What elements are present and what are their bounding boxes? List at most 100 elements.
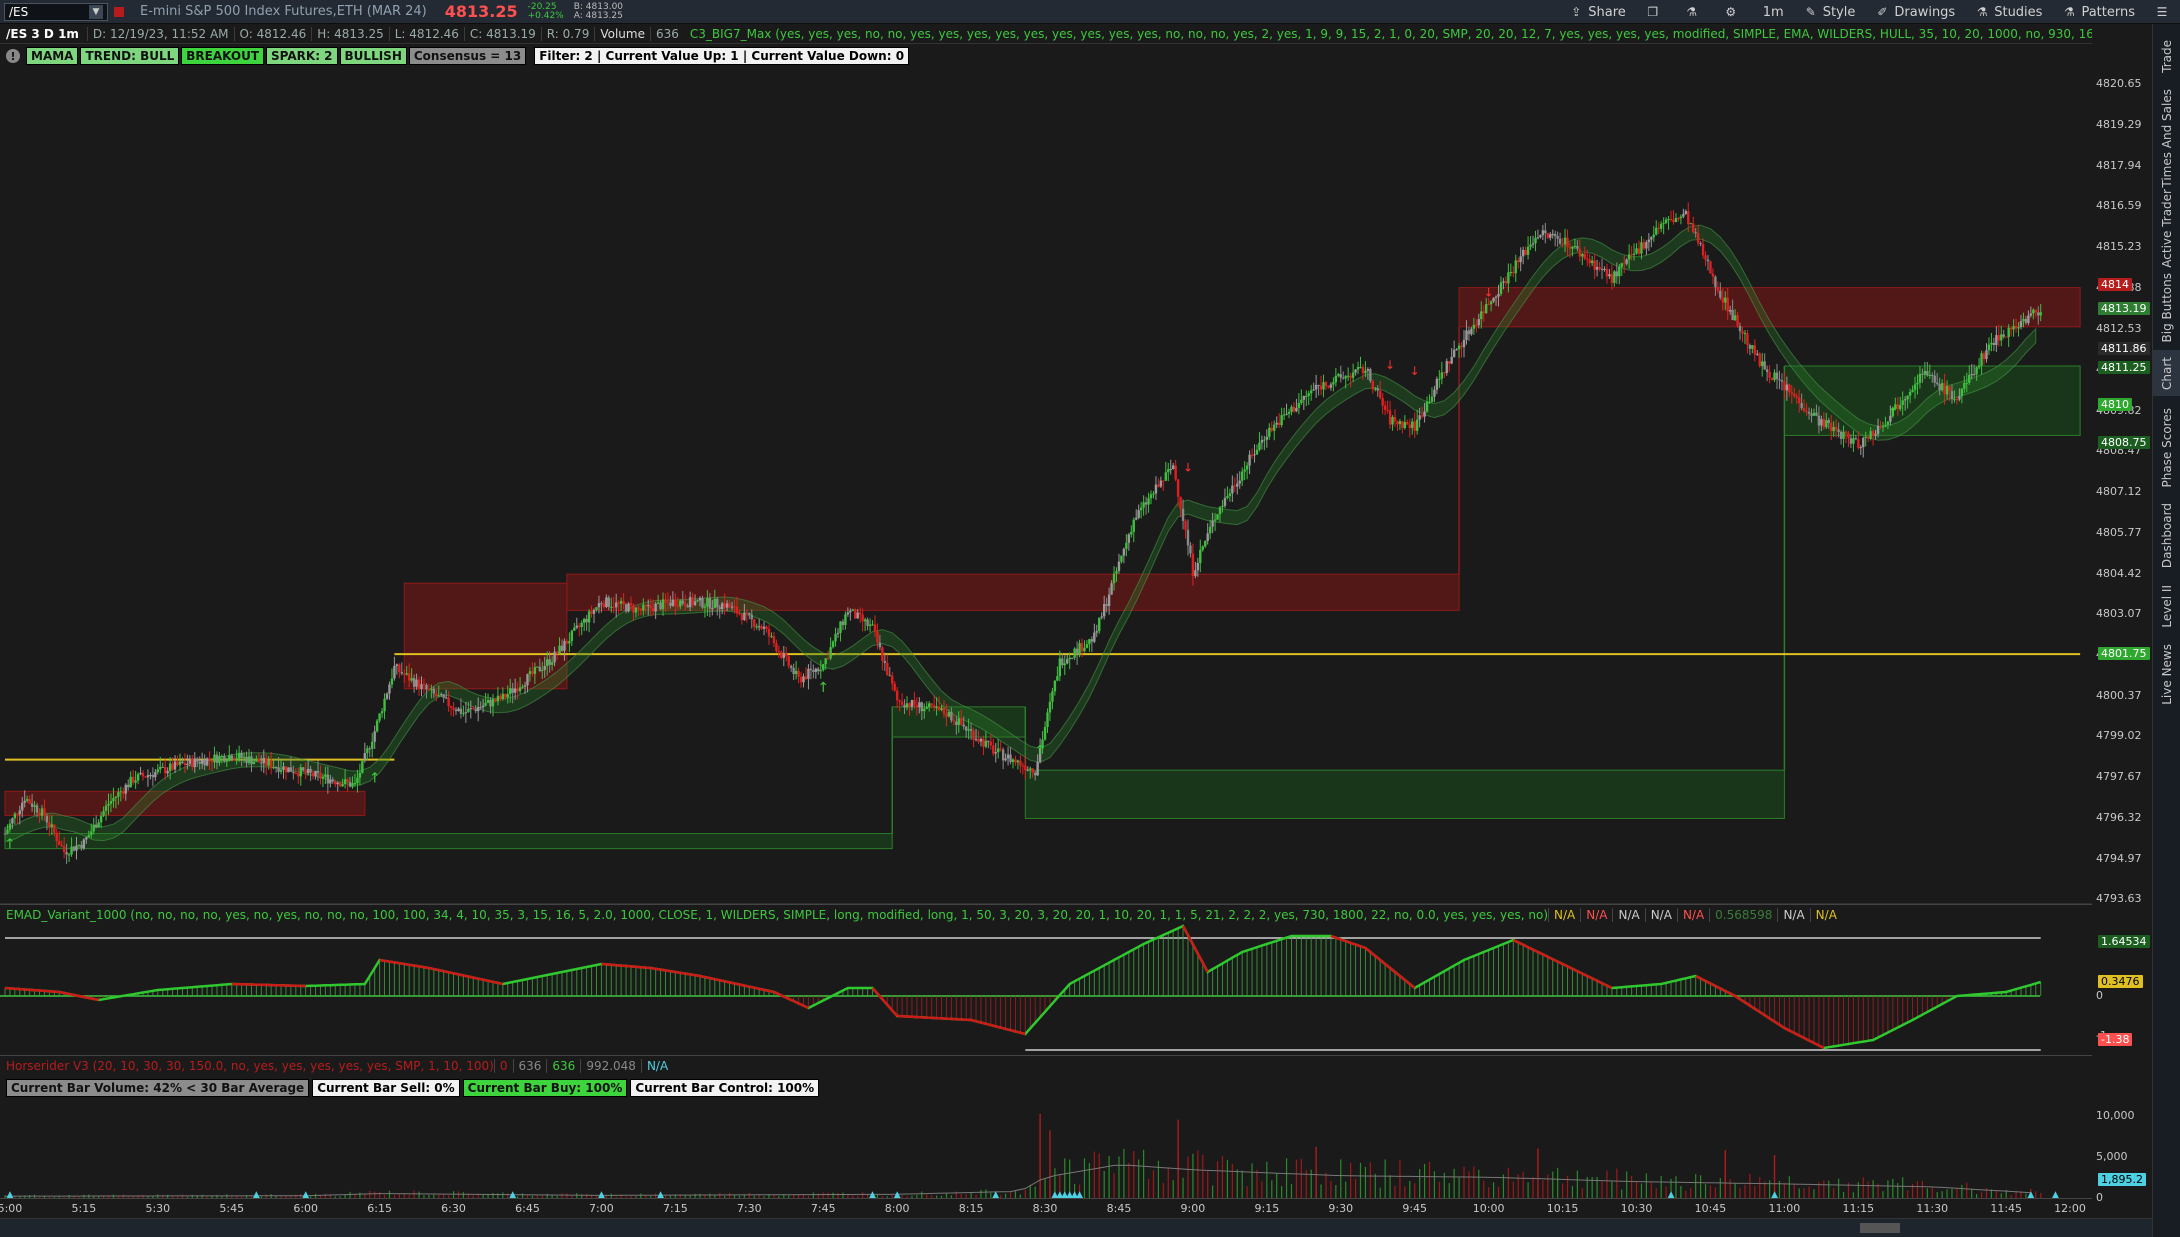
candle <box>851 609 855 611</box>
candle <box>371 741 374 749</box>
emad-falling-segment <box>655 967 661 971</box>
side-tab[interactable]: Phase Scores <box>2153 402 2180 494</box>
candle <box>1763 361 1766 370</box>
candle <box>765 626 768 629</box>
emad-falling-segment <box>881 998 889 1006</box>
price-tick-label: 4815.23 <box>2096 240 2142 254</box>
candle <box>952 720 956 722</box>
price-chart[interactable]: ↑↑↑↑↑↓↓↓↓▲▲▲▲▲▲▲▲▲▲▲▲▲▲▲▲▲▲▲▲ <box>0 44 2092 1198</box>
flask-button[interactable]: ⚗ <box>1685 5 1704 19</box>
candle <box>849 610 852 613</box>
candle <box>420 684 423 690</box>
side-tab[interactable]: Times And Sales <box>2153 89 2180 188</box>
candle <box>1901 400 1904 405</box>
emad-falling-segment <box>980 1021 987 1026</box>
window-button[interactable]: ❐ <box>1646 5 1665 19</box>
emad-falling-segment <box>1369 951 1377 957</box>
side-tab[interactable]: Chart <box>2153 350 2180 396</box>
side-tab[interactable]: Live News <box>2153 638 2180 710</box>
bar-low: L: 4812.46 <box>388 26 464 41</box>
time-axis[interactable]: 5:00 5:15 5:30 5:45 6:00 6:15 6:30 6:45 7:00 7:15… <box>0 1198 2092 1218</box>
candle <box>570 630 574 641</box>
horserider-value: N/A <box>640 1058 673 1073</box>
side-tab[interactable]: Dashboard <box>2153 498 2180 574</box>
candle <box>1689 223 1692 225</box>
candle <box>595 607 598 610</box>
candle <box>590 611 593 614</box>
candle <box>124 784 127 794</box>
side-tab[interactable]: Level II <box>2153 580 2180 632</box>
settings-button[interactable]: ⚙ <box>1724 5 1743 19</box>
candle <box>1847 433 1850 439</box>
label-bar-sell: Current Bar Sell: 0% <box>312 1079 460 1097</box>
volume-axis-label: 5,000 <box>2096 1149 2128 1163</box>
candle <box>90 831 93 835</box>
candle <box>619 601 623 604</box>
emad-value: N/A <box>1644 907 1677 922</box>
candle <box>168 763 172 772</box>
emad-falling-segment <box>1744 1001 1751 1007</box>
candle <box>1837 429 1840 432</box>
style-button[interactable]: ✎ Style <box>1804 5 1856 20</box>
share-button[interactable]: ⇪ Share <box>1569 5 1626 20</box>
candle <box>1470 328 1473 335</box>
chart-symbol[interactable]: /ES 3 D 1m <box>0 27 87 41</box>
study-label[interactable]: C3_BIG7_Max (yes, yes, yes, no, no, yes,… <box>684 27 2092 41</box>
candle <box>18 810 21 815</box>
side-tab[interactable]: Active Trader <box>2153 189 2180 268</box>
candle <box>442 694 445 698</box>
info-icon[interactable]: ! <box>6 49 20 63</box>
emad-falling-segment <box>1808 1039 1815 1045</box>
scrollbar-thumb[interactable] <box>1860 1223 1900 1233</box>
side-tab[interactable]: Trade <box>2153 30 2180 82</box>
candle <box>563 640 566 651</box>
price-badge: 4808.75 <box>2098 435 2150 449</box>
timeframe-button[interactable]: 1m <box>1763 5 1784 20</box>
menu-button[interactable]: ☰ <box>2155 5 2174 19</box>
candle <box>1884 424 1887 427</box>
chart-scrollbar[interactable] <box>0 1218 2152 1237</box>
horserider-study-label[interactable]: Horserider V3 (20, 10, 30, 30, 150.0, no… <box>0 1059 494 1073</box>
chevron-down-icon[interactable]: ▼ <box>89 4 103 19</box>
emad-value: N/A <box>1612 907 1644 922</box>
volume-marker-icon: ▲ <box>1668 1190 1675 1198</box>
studies-button[interactable]: ⚗ Studies <box>1975 5 2043 20</box>
emad-axis-label: 0 <box>2096 989 2103 1002</box>
emad-falling-segment <box>1793 1031 1800 1037</box>
candle <box>117 792 120 797</box>
candle <box>753 619 756 627</box>
emad-study-label[interactable]: EMAD_Variant_1000 (no, no, no, no, yes, … <box>0 908 1548 922</box>
candle <box>1107 594 1111 606</box>
price-axis[interactable]: 4820.65 4819.29 4817.94 4816.59 4815.23 4813.… <box>2092 44 2152 1210</box>
candle <box>1980 353 1983 366</box>
chart-canvas[interactable]: ↑↑↑↑↑↓↓↓↓▲▲▲▲▲▲▲▲▲▲▲▲▲▲▲▲▲▲▲▲ <box>0 44 2092 1198</box>
drawings-button[interactable]: ✐ Drawings <box>1875 5 1955 20</box>
candle <box>979 738 983 742</box>
time-tick-label: 9:45 <box>1402 1202 1428 1215</box>
candle <box>1916 382 1919 385</box>
patterns-button[interactable]: ⚗ Patterns <box>2062 5 2135 20</box>
side-tab[interactable]: Big Buttons <box>2153 270 2180 346</box>
down-arrow-icon: ↓ <box>1410 364 1420 378</box>
candle <box>1095 631 1098 633</box>
candle <box>2002 334 2005 337</box>
candle <box>624 604 628 612</box>
emad-falling-segment <box>1512 938 1519 944</box>
emad-falling-segment <box>1547 955 1554 961</box>
emad-falling-segment <box>990 1023 997 1028</box>
volume-marker-icon: ▲ <box>869 1190 876 1198</box>
candle <box>67 854 71 856</box>
candle <box>447 697 450 707</box>
candle <box>464 712 468 714</box>
candle <box>1573 246 1577 248</box>
candle <box>1228 493 1232 497</box>
side-tab-label: Big Buttons <box>2160 273 2174 343</box>
candle <box>718 607 721 609</box>
candle <box>1655 227 1658 235</box>
candle <box>378 713 381 721</box>
link-group-icon[interactable] <box>114 6 124 17</box>
symbol-selector[interactable]: /ES ▼ <box>4 2 108 21</box>
volume-label[interactable]: Volume <box>594 26 650 41</box>
candle <box>1374 388 1377 390</box>
emad-falling-segment <box>1404 979 1411 985</box>
